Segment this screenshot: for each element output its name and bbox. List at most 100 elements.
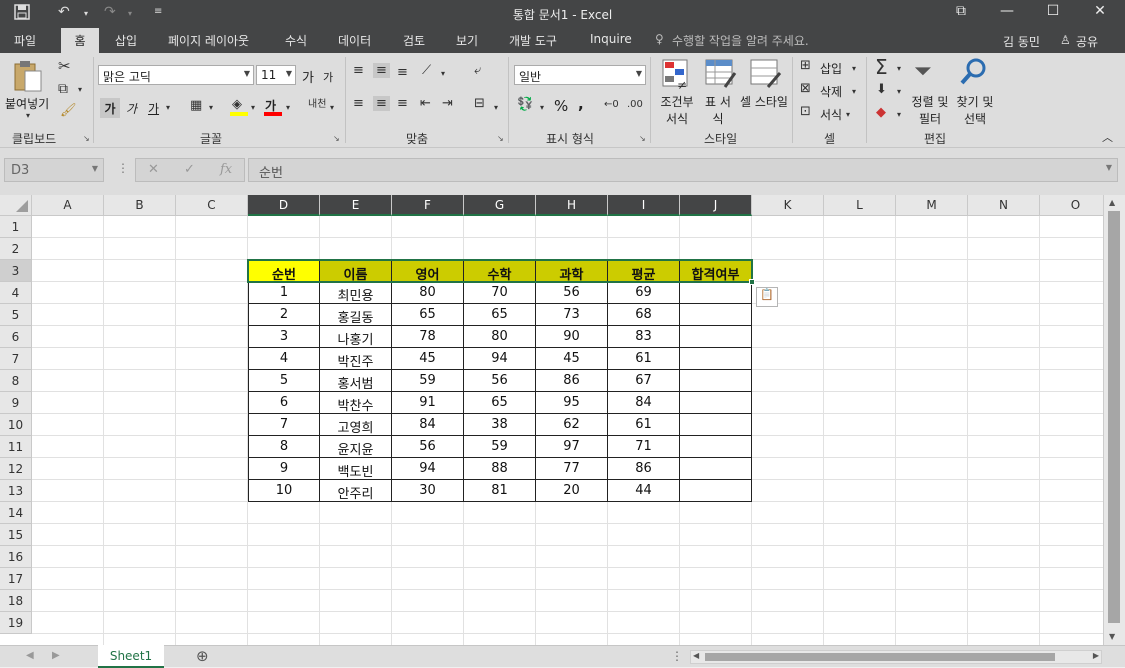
table-cell[interactable]: 95	[536, 392, 608, 414]
sheet-tab[interactable]: Sheet1	[98, 645, 164, 668]
table-cell[interactable]: 윤지윤	[320, 436, 392, 458]
row-header-15[interactable]: 15	[0, 524, 32, 546]
table-cell[interactable]	[680, 282, 752, 304]
row-header-4[interactable]: 4	[0, 282, 32, 304]
font-color-dropdown-icon[interactable]: ▾	[286, 103, 290, 112]
row-header-6[interactable]: 6	[0, 326, 32, 348]
table-header-cell[interactable]: 영어	[392, 260, 464, 283]
table-cell[interactable]	[680, 414, 752, 436]
format-cells-icon[interactable]: ⊡	[800, 104, 811, 119]
table-cell[interactable]: 81	[464, 480, 536, 502]
table-cell[interactable]: 90	[536, 326, 608, 348]
table-cell[interactable]: 86	[536, 370, 608, 392]
scroll-right-icon[interactable]: ▶	[1093, 651, 1099, 660]
insert-cells-icon[interactable]: ⊞	[800, 58, 811, 73]
horizontal-scroll-thumb[interactable]	[705, 653, 1055, 661]
tab-inquire[interactable]: Inquire	[590, 32, 632, 46]
ribbon-display-options-icon[interactable]: ⧉	[938, 3, 984, 25]
copy-icon[interactable]: ⧉	[58, 81, 68, 97]
table-cell[interactable]: 20	[536, 480, 608, 502]
accounting-format-icon[interactable]: 💱	[517, 97, 533, 112]
row-header-16[interactable]: 16	[0, 546, 32, 568]
scroll-down-icon[interactable]: ▼	[1109, 632, 1115, 641]
number-launcher-icon[interactable]: ↘	[639, 134, 646, 143]
decrease-indent-icon[interactable]: ⇤	[420, 96, 431, 111]
row-header-8[interactable]: 8	[0, 370, 32, 392]
table-cell[interactable]: 80	[392, 282, 464, 304]
table-header-cell[interactable]: 순번	[248, 260, 320, 283]
clipboard-launcher-icon[interactable]: ↘	[83, 134, 90, 143]
row-header-9[interactable]: 9	[0, 392, 32, 414]
table-cell[interactable]: 2	[248, 304, 320, 326]
fill-dropdown-icon[interactable]: ▾	[251, 103, 255, 112]
table-cell[interactable]: 박찬수	[320, 392, 392, 414]
row-header-11[interactable]: 11	[0, 436, 32, 458]
vertical-scroll-thumb[interactable]	[1108, 211, 1120, 623]
format-as-table-button[interactable]: 표 서식	[700, 93, 736, 127]
table-cell[interactable]: 83	[608, 326, 680, 348]
comma-style-button[interactable]: ,	[578, 95, 584, 113]
column-header-f[interactable]: F	[392, 195, 464, 216]
row-header-13[interactable]: 13	[0, 480, 32, 502]
paste-button-label[interactable]: 붙여넣기	[5, 95, 49, 112]
table-cell[interactable]: 30	[392, 480, 464, 502]
table-header-cell[interactable]: 수학	[464, 260, 536, 283]
row-header-2[interactable]: 2	[0, 238, 32, 260]
table-cell[interactable]: 94	[464, 348, 536, 370]
worksheet-grid[interactable]: A B C D E F G H I J K L M N O 1 2 3 4 5 6 7 8 9 10 11 12 13 14 15 16 17…	[0, 195, 1103, 645]
wrap-text-icon[interactable]: ⤶	[474, 63, 481, 78]
tell-me-box[interactable]: 수행할 작업을 알려 주세요.	[672, 32, 809, 49]
number-format-combo[interactable]: 일반 ▼	[514, 65, 646, 85]
table-header-cell[interactable]: 이름	[320, 260, 392, 283]
table-cell[interactable]: 94	[392, 458, 464, 480]
table-cell[interactable]: 6	[248, 392, 320, 414]
format-cells-button[interactable]: 서식	[820, 106, 842, 123]
table-cell[interactable]: 홍길동	[320, 304, 392, 326]
row-header-10[interactable]: 10	[0, 414, 32, 436]
alignment-launcher-icon[interactable]: ↘	[497, 134, 504, 143]
merge-center-icon[interactable]: ⊟	[474, 96, 485, 111]
expand-formula-icon[interactable]: ▼	[1106, 163, 1112, 172]
table-cell[interactable]: 안주리	[320, 480, 392, 502]
tab-review[interactable]: 검토	[403, 32, 425, 49]
tab-home[interactable]: 홈	[61, 28, 99, 53]
percent-style-button[interactable]: %	[554, 97, 568, 115]
row-header-18[interactable]: 18	[0, 590, 32, 612]
cut-icon[interactable]: ✂	[58, 57, 71, 75]
paste-icon[interactable]	[12, 59, 44, 97]
scroll-left-icon[interactable]: ◀	[693, 651, 699, 660]
table-cell[interactable]	[680, 370, 752, 392]
table-cell[interactable]: 70	[464, 282, 536, 304]
prev-sheet-icon[interactable]: ◀	[26, 650, 34, 661]
horizontal-scrollbar[interactable]: ◀ ▶	[690, 650, 1102, 664]
insert-cells-button[interactable]: 삽입	[820, 60, 842, 77]
tab-data[interactable]: 데이터	[338, 32, 371, 49]
align-top-icon[interactable]: ≡	[353, 63, 364, 78]
table-cell[interactable]	[680, 348, 752, 370]
table-cell[interactable]: 61	[608, 414, 680, 436]
conditional-formatting-button[interactable]: 조건부 서식	[657, 93, 697, 127]
phonetic-icon[interactable]: 내천	[308, 95, 326, 110]
tab-view[interactable]: 보기	[456, 32, 478, 49]
table-cell[interactable]: 7	[248, 414, 320, 436]
column-header-j[interactable]: J	[680, 195, 752, 216]
table-cell[interactable]: 56	[536, 282, 608, 304]
shrink-font-button[interactable]: 가	[323, 69, 333, 85]
copy-dropdown-icon[interactable]: ▾	[78, 85, 82, 94]
paste-dropdown-icon[interactable]: ▾	[26, 111, 30, 120]
table-cell[interactable]: 10	[248, 480, 320, 502]
merge-dropdown-icon[interactable]: ▾	[494, 103, 498, 112]
column-header-i[interactable]: I	[608, 195, 680, 216]
tab-insert[interactable]: 삽입	[115, 32, 137, 49]
row-header-12[interactable]: 12	[0, 458, 32, 480]
table-cell[interactable]: 5	[248, 370, 320, 392]
accounting-dropdown-icon[interactable]: ▾	[540, 103, 544, 112]
font-launcher-icon[interactable]: ↘	[333, 134, 340, 143]
align-right-icon[interactable]: ≡	[397, 96, 408, 111]
table-cell[interactable]: 78	[392, 326, 464, 348]
table-cell[interactable]: 65	[464, 392, 536, 414]
clear-icon[interactable]: ◆	[876, 105, 886, 120]
column-header-o[interactable]: O	[1040, 195, 1103, 216]
table-cell[interactable]: 홍서범	[320, 370, 392, 392]
column-header-d[interactable]: D	[248, 195, 320, 216]
